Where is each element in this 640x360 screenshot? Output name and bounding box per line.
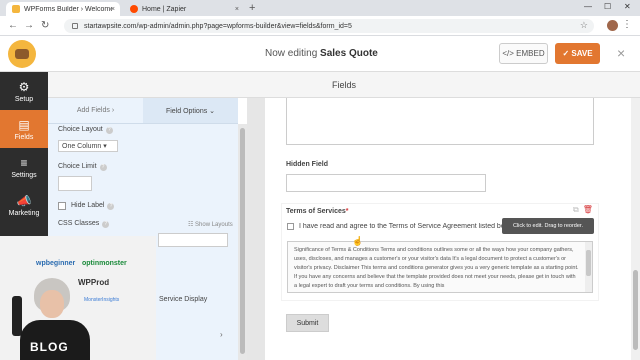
fields-icon: ▤ [18,117,30,132]
scrollbar-thumb[interactable] [586,250,591,276]
window-close-button[interactable]: ✕ [624,2,631,11]
tos-scrollbar[interactable] [585,242,592,292]
browser-tab-wpforms[interactable]: WPForms Builder › Welcome — V × [6,2,120,16]
wpforms-logo [8,40,36,68]
browser-menu-icon[interactable]: ⋮ [622,19,632,30]
presenter-face [40,290,64,318]
sidebar-item-fields[interactable]: ▤ Fields [0,110,48,148]
choice-limit-input[interactable] [58,176,92,191]
reload-icon[interactable]: ↻ [41,20,49,31]
tos-text-box[interactable]: Significance of Terms & Conditions Terms… [287,241,593,293]
fields-title-bar: Fields [48,72,640,98]
sidebar-item-label: Marketing [8,209,40,217]
optinmonster-logo: optinmonster [82,260,127,267]
tab-title: WPForms Builder › Welcome — V [24,5,112,13]
section-title: Fields [331,79,356,90]
sidebar-item-label: Settings [11,171,37,179]
lock-icon [72,23,78,29]
tab-add-fields[interactable]: Add Fields › [48,98,143,123]
help-icon[interactable]: ? [105,127,113,134]
scrollbar-thumb[interactable] [240,128,245,354]
paragraph-field-preview[interactable] [286,98,594,145]
sidebar-item-label: Setup [14,95,34,103]
gear-icon: ⚙ [18,79,30,94]
page-title: Now editing Sales Quote [265,48,378,59]
field-actions: ⧉ 🗑 [573,205,593,215]
builder-header: Now editing Sales Quote </> EMBED ✓ SAVE… [0,36,640,72]
microphone [12,296,22,336]
sidebar-item-settings[interactable]: ≡ Settings [0,148,48,186]
wpforms-favicon-icon [12,5,20,13]
form-name: Sales Quote [320,48,378,59]
tab-field-options[interactable]: Field Options ⌄ [143,98,238,123]
duplicate-icon[interactable]: ⧉ [573,205,579,214]
required-marker: * [345,208,349,215]
hidden-field-label: Hidden Field [286,161,328,168]
close-icon[interactable]: × [617,45,625,61]
tab-title: Home | Zapier [142,5,187,13]
sidebar-item-label: Fields [14,133,34,141]
chevron-right-icon[interactable]: › [220,330,223,339]
zapier-favicon-icon [130,5,138,13]
address-bar-row: ← → ↻ startawpsite.com/wp-admin/admin.ph… [0,16,640,36]
browser-tab-strip: WPForms Builder › Welcome — V × Home | Z… [0,0,640,16]
preview-scrollbar[interactable] [631,98,640,360]
help-icon[interactable]: ? [99,164,107,171]
hidden-field-preview[interactable] [286,174,486,192]
forward-arrow-icon[interactable]: → [24,20,34,31]
maximize-button[interactable]: ☐ [604,2,611,11]
service-display-label: Service Display [159,296,208,303]
edit-tooltip: Click to edit. Drag to reorder. [502,218,594,234]
choice-limit-label: Choice Limit? [58,163,107,171]
delete-icon[interactable]: 🗑 [583,205,593,214]
show-layouts-link[interactable]: ☷ Show Layouts [188,221,233,228]
url-text: startawpsite.com/wp-admin/admin.php?page… [84,22,352,30]
panel-scrollbar[interactable] [238,124,247,360]
new-tab-button[interactable]: + [249,2,255,14]
tos-field-label: Terms of Services* [286,208,349,215]
sidebar-item-marketing[interactable]: 📣 Marketing [0,186,48,224]
tos-agree-text: I have read and agree to the Terms of Se… [299,223,504,230]
sliders-icon: ≡ [20,155,28,170]
hide-label-checkbox[interactable] [58,202,66,210]
choice-layout-label: Choice Layout? [58,126,113,134]
minimize-button[interactable]: — [584,2,592,11]
back-arrow-icon[interactable]: ← [8,20,18,31]
browser-tab-zapier[interactable]: Home | Zapier × [124,2,244,16]
css-classes-label: CSS Classes? [58,220,110,228]
shirt-print: BLOG [30,340,69,354]
help-icon[interactable]: ? [102,221,110,228]
save-button[interactable]: ✓ SAVE [555,43,600,64]
monsterinsights-logo: MonsterInsights [84,297,120,303]
embed-button[interactable]: </> EMBED [499,43,548,64]
megaphone-icon: 📣 [16,193,32,208]
submit-button[interactable]: Submit [286,314,329,332]
tos-checkbox[interactable] [287,223,294,230]
profile-avatar[interactable] [607,20,618,31]
panel-tabs: Add Fields › Field Options ⌄ [48,98,238,124]
css-classes-input[interactable] [158,233,228,247]
webcam-overlay: wpbeginner optinmonster WPProd MonsterIn… [0,236,156,360]
hand-cursor-icon: ☝ [352,236,364,246]
hide-label-label: Hide Label? [71,202,115,210]
tab-close-icon[interactable]: × [111,6,115,13]
url-input[interactable]: startawpsite.com/wp-admin/admin.php?page… [64,19,594,33]
wpbeginner-logo: wpbeginner [36,260,76,267]
scrollbar-thumb[interactable] [633,270,638,350]
choice-layout-select[interactable]: One Column ▾ [58,140,118,152]
tab-close-icon[interactable]: × [235,6,239,13]
sidebar-item-setup[interactable]: ⚙ Setup [0,72,48,110]
help-icon[interactable]: ? [107,203,115,210]
wpprod-logo: WPProd [78,278,110,287]
bookmark-star-icon[interactable]: ☆ [580,20,588,31]
